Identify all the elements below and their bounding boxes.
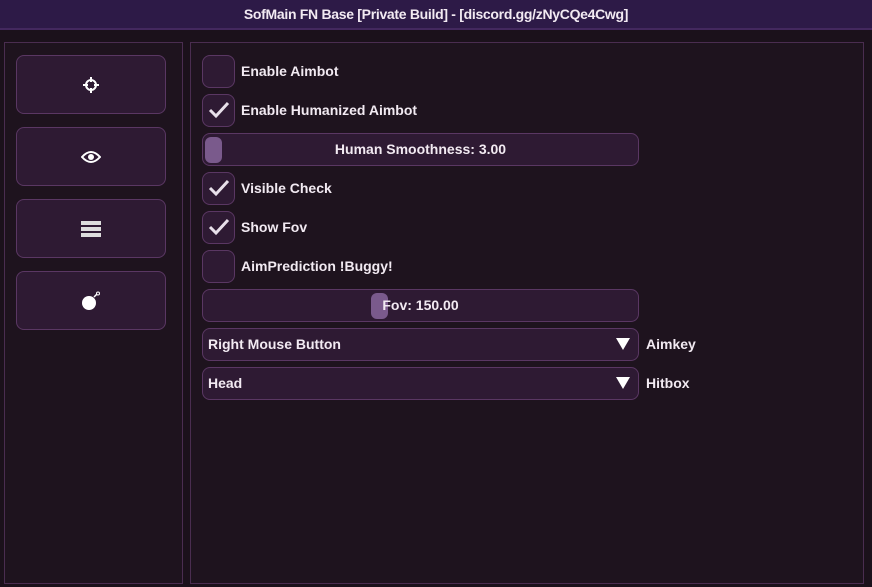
visible-check-checkbox[interactable]: Visible Check <box>202 171 332 205</box>
slider-label: Human Smoothness: 3.00 <box>334 141 507 157</box>
aimbot-panel: Enable Aimbot Enable Humanized Aimbot Hu… <box>190 42 864 584</box>
dropdown-arrow-icon <box>616 377 630 389</box>
eye-icon <box>81 150 101 163</box>
window-title: SofMain FN Base [Private Build] - [disco… <box>243 6 629 22</box>
sidebar <box>4 42 183 584</box>
hitbox-label: Hitbox <box>646 375 690 391</box>
checkbox-box[interactable] <box>202 210 235 244</box>
aimkey-label: Aimkey <box>646 336 696 352</box>
aimkey-row: Right Mouse Button Aimkey <box>202 327 696 361</box>
checkmark-icon <box>208 218 229 236</box>
enable-humanized-aimbot-checkbox[interactable]: Enable Humanized Aimbot <box>202 93 418 127</box>
checkbox-box[interactable] <box>202 93 235 127</box>
checkmark-icon <box>208 101 229 119</box>
aim-prediction-checkbox[interactable]: AimPrediction !Buggy! <box>202 249 393 283</box>
title-bar: SofMain FN Base [Private Build] - [disco… <box>0 0 872 30</box>
show-fov-checkbox[interactable]: Show Fov <box>202 210 308 244</box>
hitbox-dropdown[interactable]: Head <box>202 366 639 400</box>
checkmark-icon <box>208 179 229 197</box>
enable-aimbot-checkbox[interactable]: Enable Aimbot <box>202 54 339 88</box>
slider-knob[interactable] <box>205 136 222 163</box>
checkbox-label: Show Fov <box>241 219 308 235</box>
checkbox-label: Visible Check <box>241 180 332 196</box>
fov-slider[interactable]: Fov: 150.00 <box>202 288 639 322</box>
dropdown-value: Right Mouse Button <box>208 336 341 352</box>
checkbox-box[interactable] <box>202 249 235 283</box>
dropdown-value: Head <box>208 375 243 391</box>
aimbot-tab-button[interactable] <box>16 55 166 114</box>
checkbox-label: Enable Humanized Aimbot <box>241 102 418 118</box>
checkbox-label: Enable Aimbot <box>241 63 339 79</box>
bomb-icon <box>82 291 100 310</box>
dropdown-arrow-icon <box>616 338 630 350</box>
server-icon <box>81 220 101 237</box>
aimkey-dropdown[interactable]: Right Mouse Button <box>202 327 639 361</box>
slider-label: Fov: 150.00 <box>382 297 459 313</box>
exploits-tab-button[interactable] <box>16 271 166 330</box>
hitbox-row: Head Hitbox <box>202 366 690 400</box>
visuals-tab-button[interactable] <box>16 127 166 186</box>
human-smoothness-slider[interactable]: Human Smoothness: 3.00 <box>202 132 639 166</box>
checkbox-label: AimPrediction !Buggy! <box>241 258 393 274</box>
checkbox-box[interactable] <box>202 171 235 205</box>
checkbox-box[interactable] <box>202 54 235 88</box>
crosshair-icon <box>83 76 99 93</box>
misc-tab-button[interactable] <box>16 199 166 258</box>
